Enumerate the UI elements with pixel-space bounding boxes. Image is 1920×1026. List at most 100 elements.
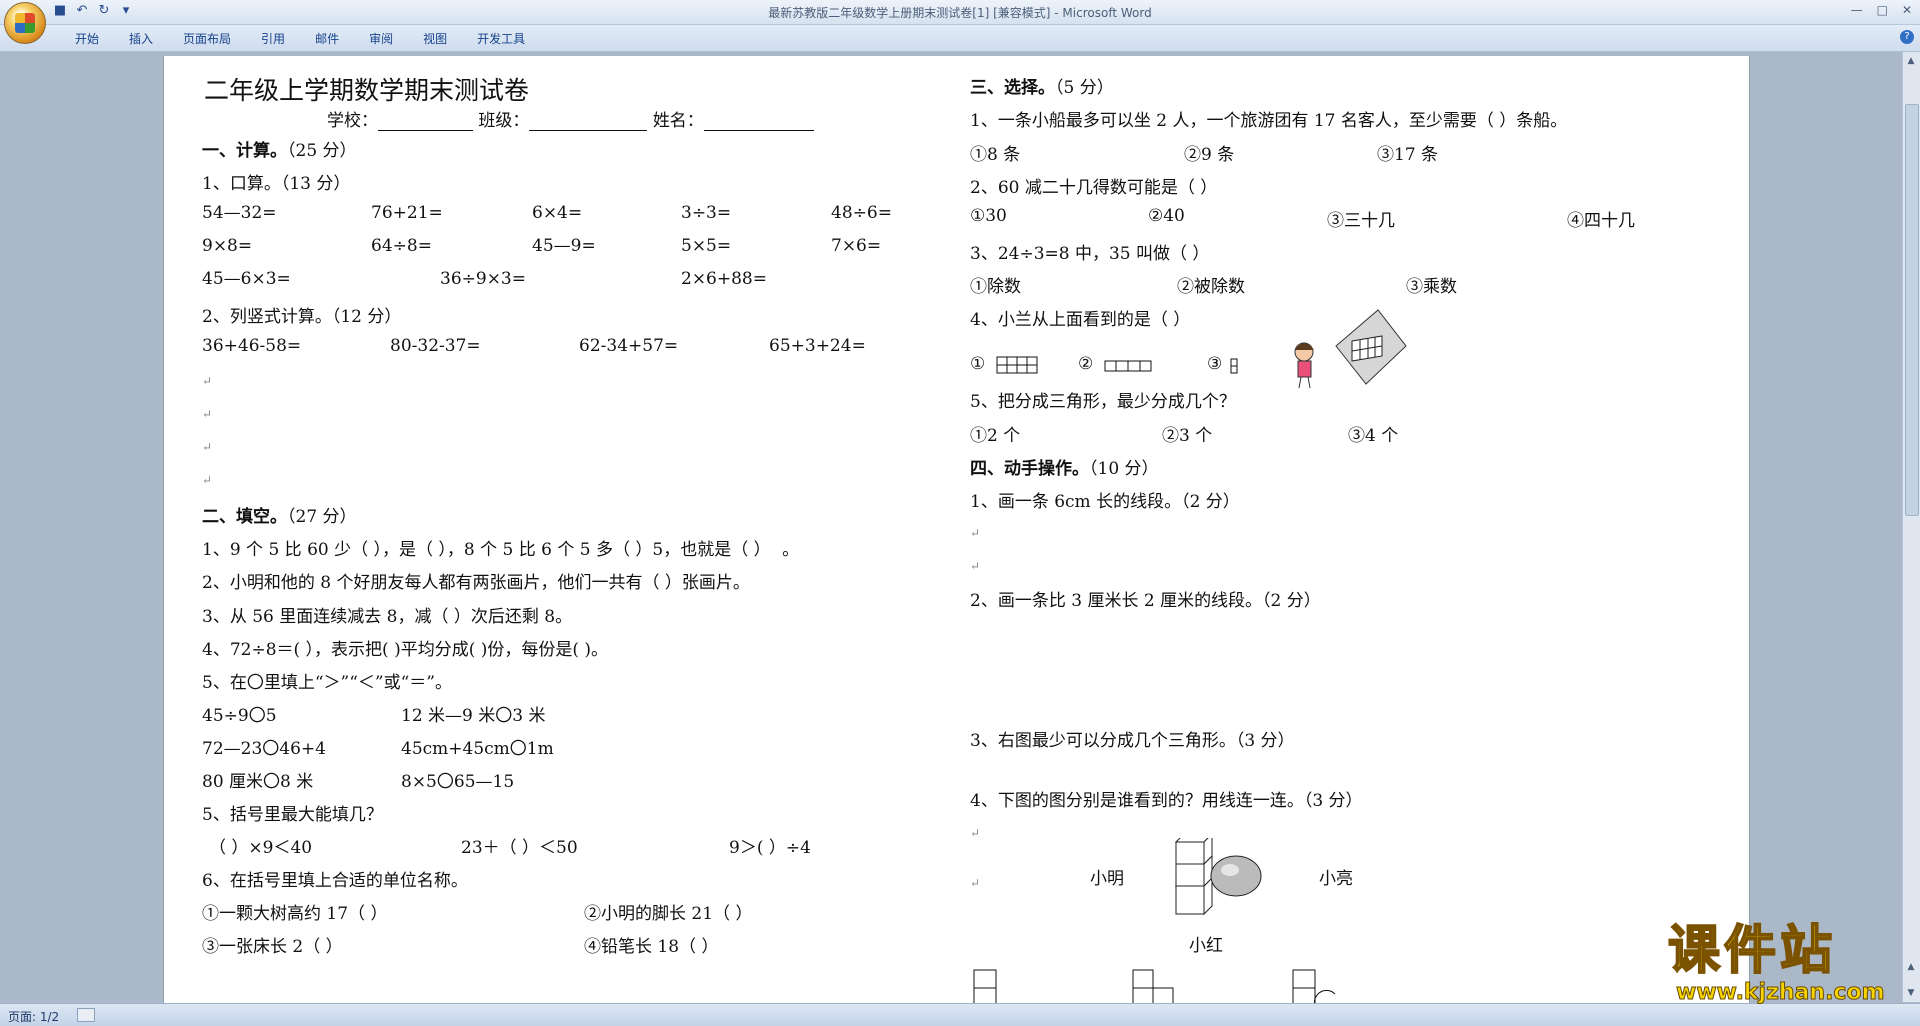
vertical-calc-item: 80-32-37= xyxy=(390,336,481,356)
tab-review[interactable]: 审阅 xyxy=(354,30,408,47)
paragraph-mark: ↵ xyxy=(970,526,981,540)
tab-references[interactable]: 引用 xyxy=(246,30,300,47)
observer-name: 小红 xyxy=(1189,936,1223,956)
oral-calc-item: 2×6+88= xyxy=(681,269,767,289)
choice-question-4: 4、小兰从上面看到的是（ ） xyxy=(970,310,1191,330)
fill-question-7: 6、在括号里填上合适的单位名称。 xyxy=(202,871,468,891)
ribbon: 开始 插入 页面布局 引用 邮件 审阅 视图 开发工具 ? xyxy=(0,25,1920,52)
vertical-scrollbar[interactable]: ▲ ▲ ▼ xyxy=(1902,52,1920,1002)
tab-insert[interactable]: 插入 xyxy=(114,30,168,47)
max-fill-item: （ ）×9＜40 xyxy=(209,838,313,858)
unit-item: ④铅笔长 18（ ） xyxy=(584,937,719,957)
observer-name: 小明 xyxy=(1090,869,1124,889)
girl-looking-at-blocks-illustration xyxy=(1294,309,1407,389)
next-page-icon[interactable]: ▼ xyxy=(1904,986,1918,1000)
fill-question-4: 4、72÷8＝( ），表示把( )平均分成( )份，每份是( )。 xyxy=(202,640,609,660)
vertical-calc-item: 36+46-58= xyxy=(202,336,302,356)
question-1-1: 1、口算。（13 分） xyxy=(202,174,351,194)
question-1-2: 2、列竖式计算。（12 分） xyxy=(202,307,402,327)
choice-question-1: 1、一条小船最多可以坐 2 人，一个旅游团有 17 名客人，至少需要（ ）条船。 xyxy=(970,111,1568,131)
oral-calc-item: 6×4= xyxy=(532,203,583,223)
view-figure-c xyxy=(1292,969,1336,1006)
view-option-1: ① xyxy=(970,354,986,374)
oral-calc-item: 64÷8= xyxy=(371,236,432,256)
page-indicator[interactable]: 页面: 1/2 xyxy=(8,1008,59,1025)
office-button[interactable] xyxy=(4,2,46,44)
proofing-icon[interactable] xyxy=(77,1008,95,1022)
operation-question-1: 1、画一条 6cm 长的线段。（2 分） xyxy=(970,492,1240,512)
fill-question-3: 3、从 56 里面连续减去 8，减（ ）次后还剩 8。 xyxy=(202,607,573,627)
choice-option: ②3 个 xyxy=(1162,426,1213,446)
tab-mailings[interactable]: 邮件 xyxy=(300,30,354,47)
paragraph-mark: ↵ xyxy=(970,876,981,890)
window-title: 最新苏教版二年级数学上册期末测试卷[1] [兼容模式] - Microsoft … xyxy=(768,6,1152,20)
tab-home[interactable]: 开始 xyxy=(60,30,114,47)
name-blank[interactable] xyxy=(703,112,814,131)
tab-page-layout[interactable]: 页面布局 xyxy=(168,30,246,47)
view-figure-a xyxy=(973,969,997,1006)
paragraph-mark: ↵ xyxy=(202,473,213,487)
class-blank[interactable] xyxy=(529,112,648,131)
column-view-icon xyxy=(1230,358,1238,374)
compare-item: 8×5〇65—15 xyxy=(401,772,515,792)
tab-view[interactable]: 视图 xyxy=(408,30,462,47)
choice-option: ①8 条 xyxy=(970,145,1021,165)
max-fill-item: 23＋（ ）＜50 xyxy=(461,838,578,858)
school-blank[interactable] xyxy=(378,112,473,131)
choice-option: ②被除数 xyxy=(1177,277,1245,297)
scrollbar-thumb[interactable] xyxy=(1905,104,1919,516)
compare-item: 12 米—9 米〇3 米 xyxy=(401,706,546,726)
choice-option: ②40 xyxy=(1148,206,1185,226)
paragraph-mark: ↵ xyxy=(970,826,981,840)
oral-calc-item: 9×8= xyxy=(202,236,253,256)
compare-item: 45÷9〇5 xyxy=(202,706,277,726)
choice-option: ①除数 xyxy=(970,277,1021,297)
fill-question-6: 5、括号里最大能填几？ xyxy=(202,805,383,825)
site-watermark-logo: 课件站 www.kjzhan.com xyxy=(1667,921,1903,1006)
window-controls: — □ ✕ xyxy=(1851,3,1912,17)
close-icon[interactable]: ✕ xyxy=(1902,3,1912,17)
paragraph-mark: ↵ xyxy=(202,374,213,388)
choice-option: ④四十几 xyxy=(1567,211,1635,231)
cubes-and-ball-figure xyxy=(1174,838,1262,916)
observer-name: 小亮 xyxy=(1319,869,1353,889)
oral-calc-item: 76+21= xyxy=(371,203,443,223)
maximize-icon[interactable]: □ xyxy=(1877,3,1888,17)
choice-question-3: 3、24÷3=8 中，35 叫做（ ） xyxy=(970,244,1210,264)
compare-item: 72—23〇46+4 xyxy=(202,739,326,759)
oral-calc-item: 45—6×3= xyxy=(202,269,291,289)
school-label: 学校： xyxy=(327,111,378,131)
document-page[interactable]: 二年级上学期数学期末测试卷 学校： 班级： 姓名： 一、计算。（25 分） 1、… xyxy=(163,56,1750,1006)
scroll-up-icon[interactable]: ▲ xyxy=(1904,54,1918,68)
tab-developer[interactable]: 开发工具 xyxy=(462,30,540,47)
choice-option: ②9 条 xyxy=(1184,145,1235,165)
vertical-calc-item: 65+3+24= xyxy=(769,336,866,356)
paragraph-mark: ↵ xyxy=(970,559,981,573)
unit-item: ②小明的脚长 21（ ） xyxy=(584,904,753,924)
previous-page-icon[interactable]: ▲ xyxy=(1904,960,1918,974)
compare-item: 80 厘米〇8 米 xyxy=(202,772,314,792)
section-1-heading: 一、计算。（25 分） xyxy=(202,141,357,161)
paragraph-mark: ↵ xyxy=(202,407,213,421)
name-label: 姓名： xyxy=(652,111,704,131)
grid-4x2-view-icon xyxy=(996,356,1038,374)
fill-question-5: 5、在〇里填上“＞”“＜”或“＝”。 xyxy=(202,673,452,693)
oral-calc-item: 7×6= xyxy=(831,236,882,256)
help-icon[interactable]: ? xyxy=(1900,30,1914,44)
operation-question-2: 2、画一条比 3 厘米长 2 厘米的线段。（2 分） xyxy=(970,591,1321,611)
ribbon-tabs: 开始 插入 页面布局 引用 邮件 审阅 视图 开发工具 xyxy=(60,30,540,47)
watermark-url: www.kjzhan.com xyxy=(1676,980,1886,1006)
student-info-line: 学校： 班级： 姓名： xyxy=(327,106,814,131)
vertical-calc-item: 62-34+57= xyxy=(579,336,679,356)
operation-question-4: 4、下图的图分别是谁看到的？用线连一连。（3 分） xyxy=(970,791,1363,811)
choice-option: ①30 xyxy=(970,206,1007,226)
unit-item: ①一颗大树高约 17（ ） xyxy=(202,904,388,924)
minimize-icon[interactable]: — xyxy=(1851,3,1863,17)
office-logo-icon xyxy=(15,13,35,33)
section-3-heading: 三、选择。（5 分） xyxy=(970,78,1114,98)
choice-question-5: 5、把分成三角形，最少分成几个？ xyxy=(970,392,1236,412)
operation-question-3: 3、右图最少可以分成几个三角形。（3 分） xyxy=(970,731,1295,751)
oral-calc-item: 48÷6= xyxy=(831,203,892,223)
choice-option: ③三十几 xyxy=(1327,211,1395,231)
view-option-2: ② xyxy=(1078,354,1094,374)
